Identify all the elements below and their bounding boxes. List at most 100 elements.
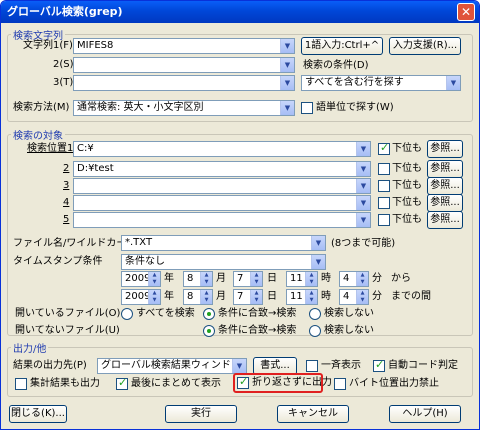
- search-method-combo[interactable]: 通常検索: 英大・小文字区別 ▼: [73, 100, 295, 116]
- location5-combo[interactable]: ▼: [73, 212, 371, 228]
- location3-combo[interactable]: ▼: [73, 178, 371, 194]
- no-wrap-checkbox[interactable]: [237, 375, 249, 389]
- location3-label: 3: [63, 180, 70, 191]
- spin-arrows-icon: ▲ ▼: [200, 290, 212, 304]
- location4-combo[interactable]: ▼: [73, 195, 371, 211]
- to-day-spin[interactable]: 7 ▲ ▼: [233, 289, 263, 305]
- browse-button-4[interactable]: 参照...: [427, 194, 463, 212]
- dropdown-arrow-icon: ▼: [311, 236, 325, 250]
- subfolders-label: 下位も: [392, 180, 422, 191]
- from-month-spin[interactable]: 8 ▲ ▼: [183, 271, 213, 287]
- show-last-checkbox[interactable]: [116, 376, 128, 390]
- word-unit-checkbox[interactable]: [301, 102, 313, 114]
- browse-button-2[interactable]: 参照...: [427, 160, 463, 178]
- spin-arrows-icon: ▲ ▼: [356, 272, 368, 286]
- dropdown-arrow-icon: ▼: [280, 101, 294, 115]
- to-hour-spin[interactable]: 11 ▲ ▼: [286, 289, 318, 305]
- dropdown-arrow-icon: ▼: [356, 142, 370, 156]
- auto-code-checkbox[interactable]: [373, 358, 385, 372]
- title-bar: グローバル検索(grep) ✕: [1, 1, 479, 23]
- dropdown-arrow-icon: ▼: [311, 255, 325, 269]
- closed-none-radio[interactable]: [309, 325, 321, 337]
- dropdown-arrow-icon: ▼: [356, 196, 370, 210]
- location1-combo[interactable]: C:¥ ▼: [73, 141, 371, 157]
- from-hour-spin[interactable]: 11 ▲ ▼: [286, 271, 318, 287]
- location2-label: 2: [63, 163, 70, 174]
- month-unit: 月: [216, 291, 226, 302]
- aggregate-checkbox[interactable]: [15, 378, 27, 390]
- search-target-group-title: 検索の対象: [11, 127, 65, 142]
- location2-combo[interactable]: D:¥test ▼: [73, 161, 371, 177]
- dropdown-arrow-icon: ▼: [356, 213, 370, 227]
- location5-label: 5: [63, 214, 70, 225]
- minute-unit: 分: [372, 291, 382, 302]
- dropdown-arrow-icon: ▼: [232, 359, 246, 373]
- browse-button-1[interactable]: 参照...: [427, 140, 463, 158]
- dropdown-arrow-icon: ▼: [446, 76, 460, 90]
- spin-arrows-icon: ▲ ▼: [148, 272, 160, 286]
- to-minute-spin[interactable]: 4 ▲ ▼: [339, 289, 369, 305]
- byte-position-checkbox[interactable]: [334, 378, 346, 390]
- spin-arrows-icon: ▲ ▼: [356, 290, 368, 304]
- close-button[interactable]: 閉じる(K)...: [9, 405, 67, 423]
- spin-arrows-icon: ▲ ▼: [200, 272, 212, 286]
- to-year-spin[interactable]: 2009 ▲ ▼: [121, 289, 161, 305]
- open-all-label: すべてを検索: [136, 308, 195, 319]
- open-files-label: 開いているファイル(O): [15, 308, 121, 319]
- location1-subfolders-checkbox[interactable]: [378, 141, 390, 155]
- dropdown-arrow-icon: ▼: [280, 39, 294, 53]
- one-word-input-button[interactable]: 1語入力:Ctrl+^: [301, 37, 383, 55]
- close-icon[interactable]: ✕: [457, 3, 475, 21]
- open-all-radio[interactable]: [121, 308, 133, 320]
- hour-unit: 時: [321, 291, 331, 302]
- show-last-label: 最後にまとめて表示: [131, 378, 221, 389]
- open-cond-radio[interactable]: [203, 308, 215, 320]
- help-button[interactable]: ヘルプ(H): [389, 405, 461, 423]
- hour-unit: 時: [321, 273, 331, 284]
- batch-display-checkbox[interactable]: [306, 360, 318, 372]
- closed-files-label: 開いてないファイル(U): [15, 325, 120, 336]
- open-none-label: 検索しない: [324, 308, 374, 319]
- word-unit-label: 語単位で探す(W): [316, 102, 394, 113]
- closed-cond-label: 条件に合致→検索: [218, 325, 297, 336]
- batch-display-label: 一斉表示: [321, 360, 361, 371]
- year-unit: 年: [164, 273, 174, 284]
- spin-arrows-icon: ▲ ▼: [250, 272, 262, 286]
- location4-subfolders-checkbox[interactable]: [378, 197, 390, 209]
- string3-combo[interactable]: ▼: [73, 75, 295, 91]
- location5-subfolders-checkbox[interactable]: [378, 214, 390, 226]
- filename-combo[interactable]: *.TXT ▼: [121, 235, 326, 251]
- from-day-spin[interactable]: 7 ▲ ▼: [233, 271, 263, 287]
- browse-button-5[interactable]: 参照...: [427, 211, 463, 229]
- from-suffix: から: [391, 273, 411, 284]
- search-condition-combo[interactable]: すべてを含む行を探す ▼: [301, 75, 461, 91]
- output-dest-combo[interactable]: グローバル検索結果ウィンドウ ▼: [97, 358, 247, 374]
- open-cond-label: 条件に合致→検索: [218, 308, 297, 319]
- string2-combo[interactable]: ▼: [73, 57, 295, 73]
- input-assist-button[interactable]: 入力支援(R)...: [389, 37, 461, 55]
- dropdown-arrow-icon: ▼: [280, 58, 294, 72]
- cancel-button[interactable]: キャンセル: [277, 405, 349, 423]
- browse-button-3[interactable]: 参照...: [427, 177, 463, 195]
- aggregate-label: 集計結果も出力: [30, 378, 100, 389]
- output-group-title: 出力/他: [11, 340, 49, 355]
- from-minute-spin[interactable]: 4 ▲ ▼: [339, 271, 369, 287]
- closed-cond-radio[interactable]: [203, 325, 215, 337]
- location2-subfolders-checkbox[interactable]: [378, 163, 390, 175]
- dropdown-arrow-icon: ▼: [280, 76, 294, 90]
- grep-dialog: グローバル検索(grep) ✕ 検索文字列 文字列1(F) MIFES8 ▼ 1語…: [0, 0, 480, 430]
- timestamp-combo[interactable]: 条件なし ▼: [121, 254, 326, 270]
- search-method-label: 検索方法(M): [13, 102, 70, 113]
- subfolders-label: 下位も: [392, 197, 422, 208]
- string1-combo[interactable]: MIFES8 ▼: [73, 38, 295, 54]
- open-none-radio[interactable]: [309, 308, 321, 320]
- dropdown-arrow-icon: ▼: [356, 162, 370, 176]
- string1-label: 文字列1(F): [23, 40, 73, 51]
- from-year-spin[interactable]: 2009 ▲ ▼: [121, 271, 161, 287]
- to-month-spin[interactable]: 8 ▲ ▼: [183, 289, 213, 305]
- subfolders-label: 下位も: [392, 143, 422, 154]
- to-suffix: までの間: [391, 291, 431, 302]
- day-unit: 日: [267, 291, 277, 302]
- location3-subfolders-checkbox[interactable]: [378, 180, 390, 192]
- run-button[interactable]: 実行: [165, 405, 237, 423]
